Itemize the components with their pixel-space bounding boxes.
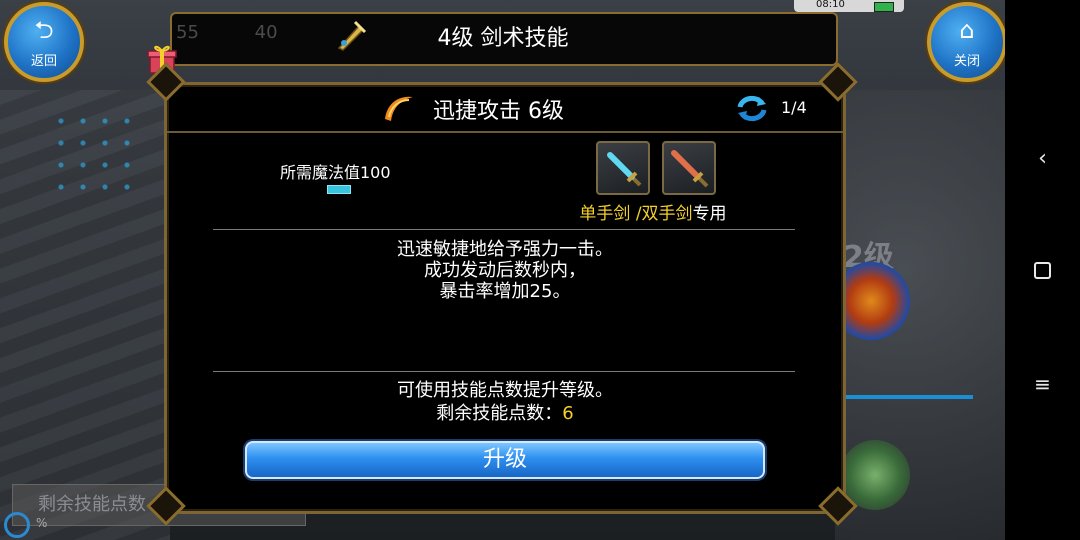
battery-icon xyxy=(874,2,894,12)
status-bar: 08:10 xyxy=(794,0,904,12)
two-hand-sword-icon xyxy=(662,141,716,195)
nav-home-icon[interactable] xyxy=(1005,262,1080,283)
close-button-label: 关闭 xyxy=(953,54,980,69)
background-dots xyxy=(50,110,140,200)
bg-number-1: 55 xyxy=(176,22,199,43)
slash-icon xyxy=(385,96,413,121)
dialog-header: 迅捷攻击 6级 1/4 xyxy=(167,85,843,133)
nav-back-icon[interactable]: ‹ xyxy=(1005,146,1080,171)
one-hand-sword-icon xyxy=(596,141,650,195)
info-line: 可使用技能点数提升等级。 xyxy=(397,380,613,401)
bg-number-2: 40 xyxy=(254,22,278,43)
back-arrow-icon: ⮌ xyxy=(34,16,54,44)
skill-name: 迅捷攻击 6级 xyxy=(433,99,564,124)
page-indicator: 1/4 xyxy=(781,98,807,117)
skill-dialog: 迅捷攻击 6级 1/4 所需魔法值100 单手剑 /双手剑专用 迅速敏捷地给予强… xyxy=(164,82,846,514)
nav-menu-icon[interactable]: ≡ xyxy=(1005,372,1080,396)
divider xyxy=(213,371,795,372)
description-line: 成功发动后数秒内， xyxy=(424,260,586,281)
background-percent: % xyxy=(36,516,48,530)
background-remaining-label: 剩余技能点数 xyxy=(38,494,146,515)
sword-skill-icon xyxy=(337,20,367,51)
refresh-icon[interactable] xyxy=(735,93,769,123)
page-title: 4级 剑术技能 xyxy=(437,26,569,51)
background-blue-line xyxy=(843,395,973,399)
small-ring-icon xyxy=(4,512,30,538)
remaining-points: 剩余技能点数：6 xyxy=(167,402,843,425)
mana-requirement: 所需魔法值100 xyxy=(280,163,391,182)
close-button[interactable]: ⌂ 关闭 xyxy=(927,2,1007,82)
remaining-value: 6 xyxy=(562,403,574,424)
upgrade-button[interactable]: 升级 xyxy=(245,441,765,479)
system-nav-bar: ‹ ≡ xyxy=(1005,0,1080,540)
top-bar-bg-numbers: 55 40 xyxy=(172,22,278,43)
home-icon: ⌂ xyxy=(959,16,975,44)
back-button[interactable]: ⮌ 返回 xyxy=(4,2,84,82)
divider xyxy=(213,229,795,230)
skill-description: 迅速敏捷地给予强力一击。 成功发动后数秒内， 暴击率增加25。 xyxy=(167,239,843,302)
back-button-label: 返回 xyxy=(30,54,57,69)
mana-bar xyxy=(327,185,351,194)
weapon-types: 单手剑 /双手剑 xyxy=(579,204,693,224)
remaining-label: 剩余技能点数： xyxy=(436,403,563,424)
description-line: 暴击率增加25。 xyxy=(439,281,571,302)
weapon-requirement: 单手剑 /双手剑专用 xyxy=(543,199,763,224)
skill-points-info: 可使用技能点数提升等级。 剩余技能点数：6 xyxy=(167,379,843,425)
description-line: 迅速敏捷地给予强力一击。 xyxy=(397,239,613,260)
weapon-exclusive: 专用 xyxy=(692,204,727,224)
status-time: 08:10 xyxy=(816,0,845,10)
